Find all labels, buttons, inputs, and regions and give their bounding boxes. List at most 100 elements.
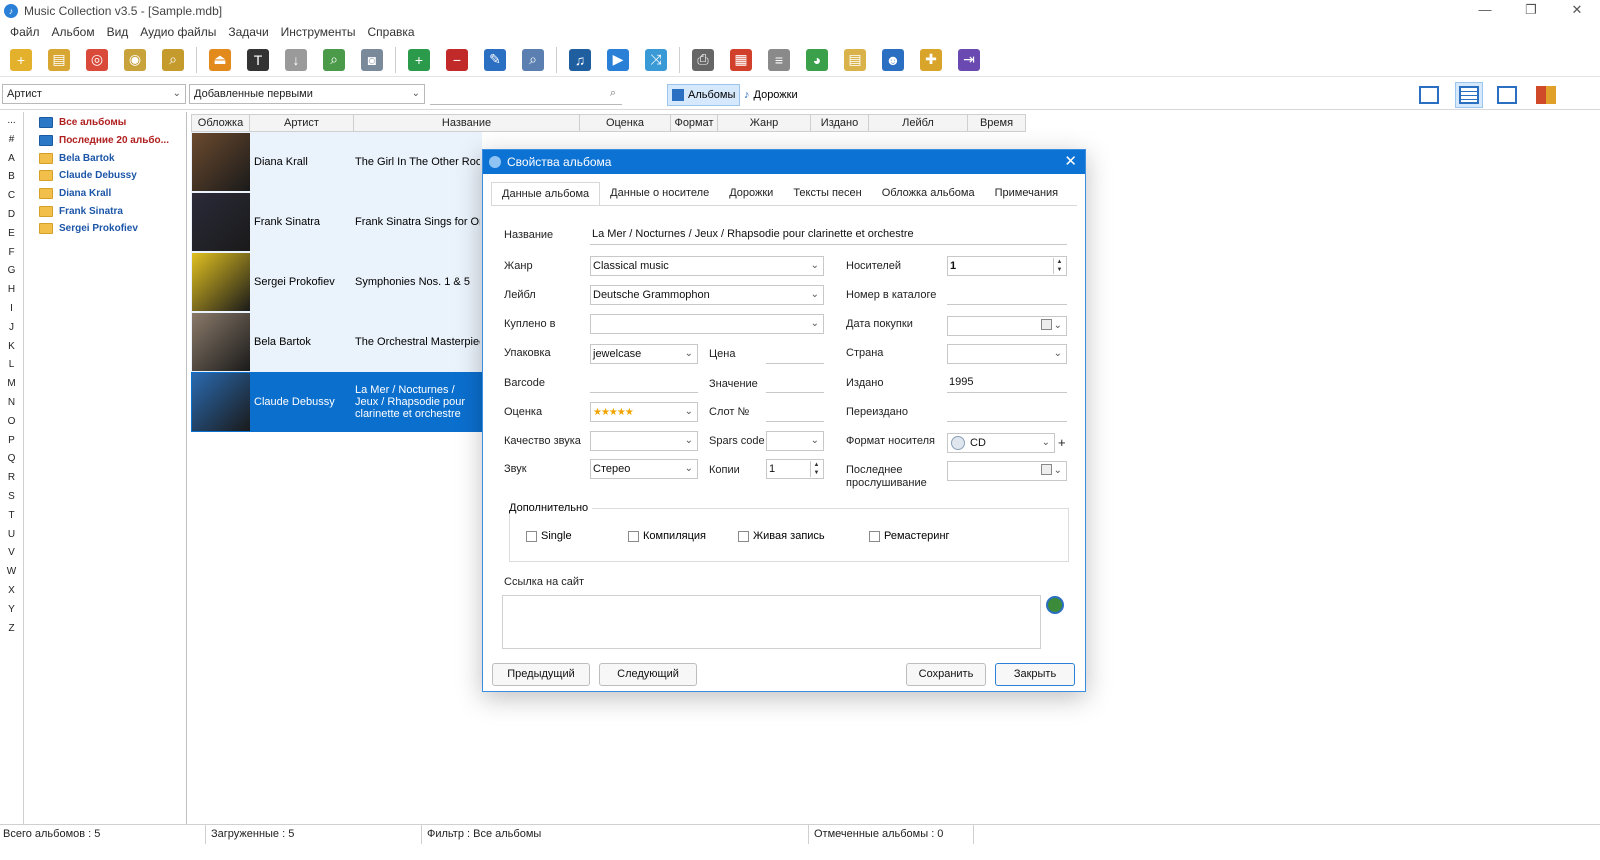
alphabet-letter[interactable]: O (0, 413, 23, 432)
menu-view[interactable]: Вид (101, 25, 135, 39)
value-field[interactable] (766, 373, 824, 393)
user-button[interactable]: ☻ (878, 46, 908, 74)
alphabet-letter[interactable]: D (0, 206, 23, 225)
alphabet-letter[interactable]: Z (0, 620, 23, 639)
table-row[interactable]: Sergei Prokofiev Symphonies Nos. 1 & 5 (191, 252, 482, 312)
col-format[interactable]: Формат (671, 114, 718, 132)
sort-select[interactable]: Добавленные первыми ⌄ (189, 84, 425, 104)
menu-file[interactable]: Файл (4, 25, 46, 39)
live-checkbox[interactable]: Живая запись (738, 530, 825, 542)
download-button[interactable]: ↓ (281, 46, 311, 74)
report-button[interactable]: ≡ (764, 46, 794, 74)
spars-select[interactable]: ⌄ (766, 431, 824, 451)
spinner-icon[interactable]: ▲ ▼ (1053, 258, 1065, 274)
col-rating[interactable]: Оценка (580, 114, 671, 132)
alphabet-letter[interactable]: H (0, 281, 23, 300)
minimize-button[interactable]: — (1462, 0, 1508, 22)
globe-icon[interactable] (1046, 596, 1064, 614)
released-field[interactable]: 1995 (947, 373, 1067, 393)
alphabet-letter[interactable]: U (0, 526, 23, 545)
last-played-picker[interactable]: ⌄ (947, 461, 1067, 481)
albums-toggle[interactable]: Альбомы (667, 84, 741, 106)
col-artist[interactable]: Артист (250, 114, 354, 132)
tab-album-cover[interactable]: Обложка альбома (871, 182, 985, 206)
col-cover[interactable]: Обложка (191, 114, 250, 132)
delete-button[interactable]: − (442, 46, 472, 74)
col-released[interactable]: Издано (811, 114, 869, 132)
table-row[interactable]: Bela Bartok The Orchestral Masterpieces (191, 312, 482, 372)
menu-album[interactable]: Альбом (46, 25, 101, 39)
details-view-button[interactable] (1415, 82, 1443, 108)
alphabet-letter[interactable]: X (0, 582, 23, 601)
tree-item[interactable]: Bela Bartok (25, 149, 186, 167)
tree-item[interactable]: Claude Debussy (25, 167, 186, 185)
close-button[interactable]: Закрыть (995, 663, 1075, 686)
alphabet-letter[interactable]: Y (0, 601, 23, 620)
alphabet-letter[interactable]: # (0, 131, 23, 150)
col-label[interactable]: Лейбл (869, 114, 968, 132)
disc-add-button[interactable]: ◉ (120, 46, 150, 74)
remaster-checkbox[interactable]: Ремастеринг (869, 530, 950, 542)
tracks-toggle[interactable]: ♪ Дорожки (740, 84, 802, 106)
alphabet-letter[interactable]: V (0, 544, 23, 563)
media-format-select[interactable]: CD ⌄ (947, 433, 1055, 453)
group-by-select[interactable]: Артист ⌄ (2, 84, 186, 104)
tab-album-data[interactable]: Данные альбома (491, 182, 601, 206)
play-button[interactable]: ▶ (603, 46, 633, 74)
tree-item[interactable]: Diana Krall (25, 185, 186, 203)
alphabet-letter[interactable]: K (0, 338, 23, 357)
tab-media-data[interactable]: Данные о носителе (600, 182, 720, 206)
compilation-checkbox[interactable]: Компиляция (628, 530, 706, 542)
tree-item[interactable]: Все альбомы (25, 114, 186, 132)
reissued-field[interactable] (947, 402, 1067, 422)
print-button[interactable]: ⎙ (688, 46, 718, 74)
copies-stepper[interactable]: 1 ▲ ▼ (766, 459, 824, 479)
alphabet-letter[interactable]: J (0, 319, 23, 338)
camera-button[interactable]: ◙ (357, 46, 387, 74)
menu-help[interactable]: Справка (361, 25, 420, 39)
spinner-icon[interactable]: ▲ ▼ (810, 461, 822, 477)
tab-tracks[interactable]: Дорожки (719, 182, 784, 206)
alphabet-letter[interactable]: Q (0, 450, 23, 469)
name-field[interactable]: La Mer / Nocturnes / Jeux / Rhapsodie po… (590, 225, 1067, 245)
menu-audio-files[interactable]: Аудио файлы (134, 25, 222, 39)
bought-in-select[interactable]: ⌄ (590, 314, 824, 334)
media-count-stepper[interactable]: 1 ▲ ▼ (947, 256, 1067, 276)
search-music-button[interactable]: ♫ (565, 46, 595, 74)
genre-select[interactable]: Classical music ⌄ (590, 256, 824, 276)
alphabet-letter[interactable]: T (0, 507, 23, 526)
tree-item[interactable]: Frank Sinatra (25, 202, 186, 220)
alphabet-letter[interactable]: G (0, 262, 23, 281)
alphabet-letter[interactable]: C (0, 187, 23, 206)
shuffle-button[interactable]: ⤨ (641, 46, 671, 74)
alphabet-letter[interactable]: R (0, 469, 23, 488)
search-file-button[interactable]: ⌕ (158, 46, 188, 74)
single-checkbox[interactable]: Single (526, 530, 572, 542)
alphabet-letter[interactable]: A (0, 150, 23, 169)
next-button[interactable]: Следующий (599, 663, 697, 686)
search-input[interactable]: ⌕ (430, 85, 622, 105)
rating-select[interactable]: ★★★★★ ⌄ (590, 402, 698, 422)
col-genre[interactable]: Жанр (718, 114, 811, 132)
notes-button[interactable]: ▤ (840, 46, 870, 74)
new-record-button[interactable]: + (404, 46, 434, 74)
pie-chart-button[interactable]: ◕ (802, 46, 832, 74)
alphabet-letter[interactable]: S (0, 488, 23, 507)
calendar-icon[interactable] (1041, 319, 1052, 330)
price-field[interactable] (766, 344, 824, 364)
country-select[interactable]: ⌄ (947, 344, 1067, 364)
col-time[interactable]: Время (968, 114, 1026, 132)
sound-select[interactable]: Стерео ⌄ (590, 459, 698, 479)
previous-button[interactable]: Предыдущий (492, 663, 590, 686)
catalog-no-field[interactable] (947, 285, 1067, 305)
find-button[interactable]: ⌕ (319, 46, 349, 74)
alphabet-letter[interactable]: B (0, 168, 23, 187)
barcode-field[interactable] (590, 373, 698, 393)
purchase-date-picker[interactable]: ⌄ (947, 316, 1067, 336)
alphabet-letter[interactable]: I (0, 300, 23, 319)
menu-tasks[interactable]: Задачи (222, 25, 274, 39)
restore-button[interactable]: ❐ (1508, 0, 1554, 22)
edit-button[interactable]: ✎ (480, 46, 510, 74)
close-window-button[interactable]: ✕ (1554, 0, 1600, 22)
col-title[interactable]: Название (354, 114, 580, 132)
